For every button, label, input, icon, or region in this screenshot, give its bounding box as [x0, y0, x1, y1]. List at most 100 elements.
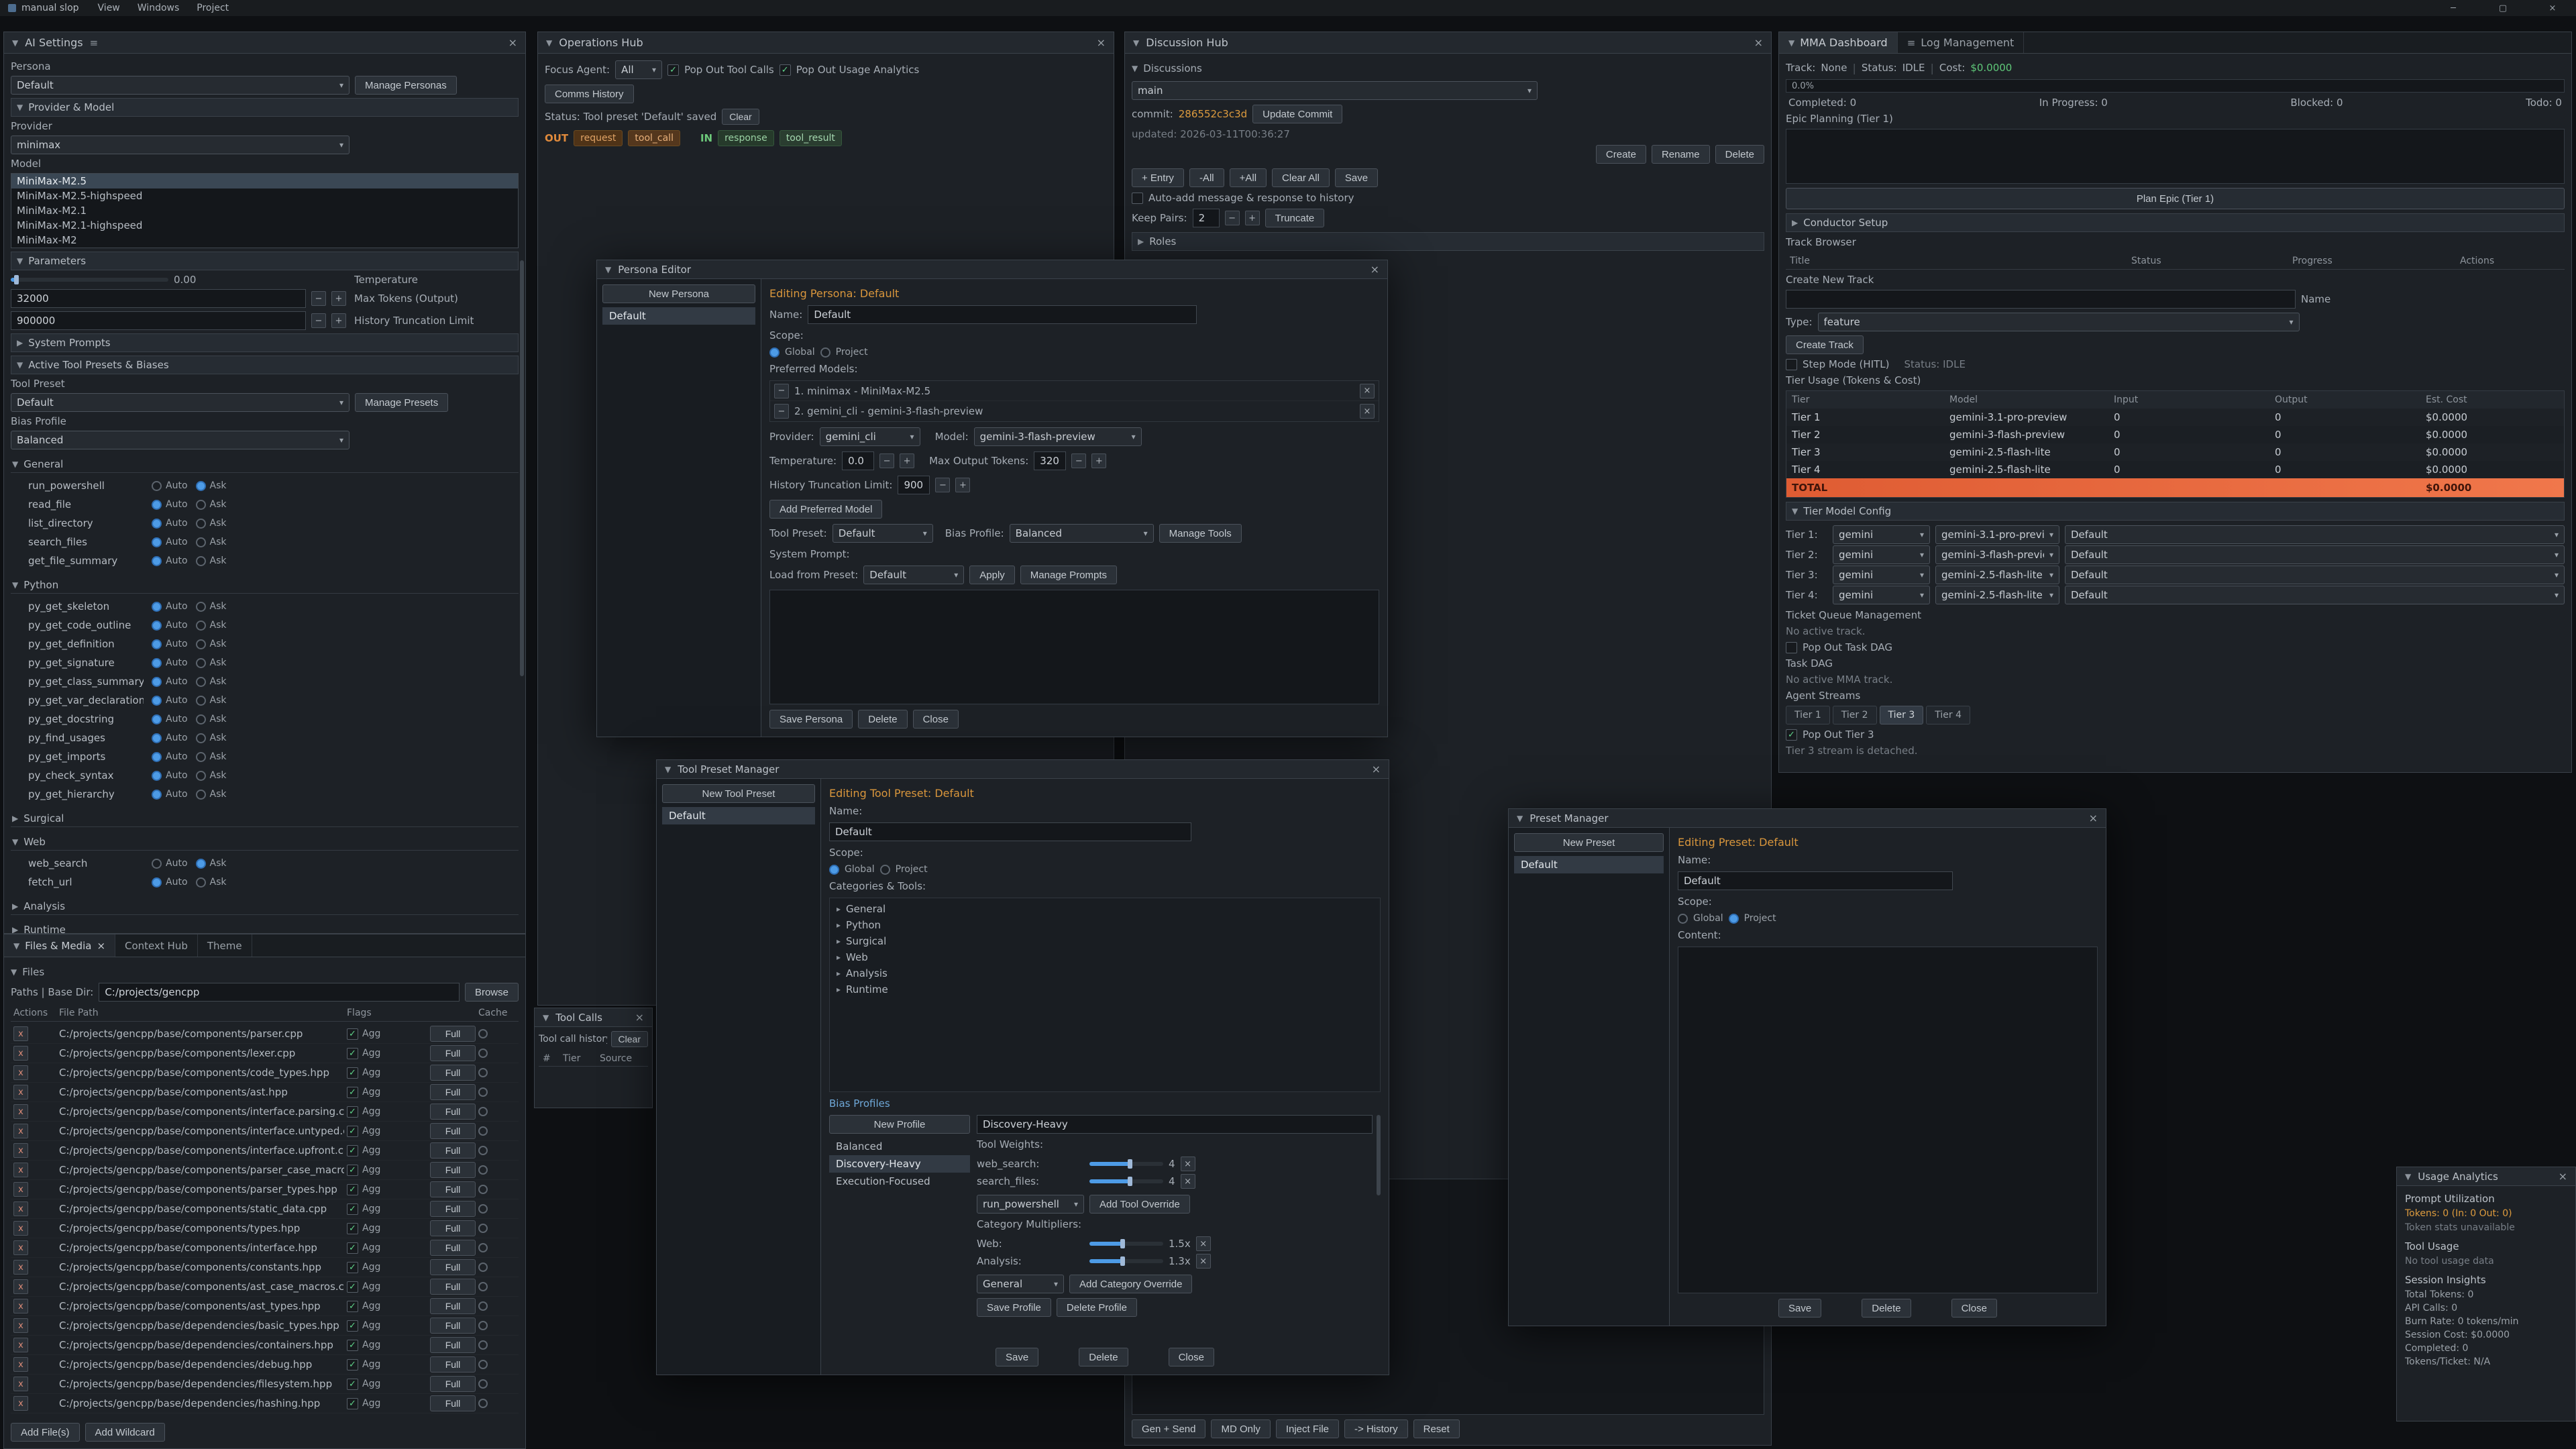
model-option[interactable]: MiniMax-M2 [11, 233, 518, 248]
manage-personas-button[interactable]: Manage Personas [355, 76, 457, 95]
full-button[interactable]: Full [430, 1279, 476, 1295]
multiplier-slider[interactable] [1089, 1259, 1163, 1263]
agg-checkbox[interactable]: ✓ [347, 1398, 358, 1409]
discussion-action-button[interactable]: Inject File [1276, 1419, 1339, 1438]
close-tab-icon[interactable]: × [97, 940, 105, 952]
manage-discussion-button[interactable]: Create [1596, 145, 1646, 164]
new-profile-button[interactable]: New Profile [829, 1115, 970, 1134]
collapse-caret-icon[interactable]: ▼ [1133, 38, 1139, 48]
agg-checkbox[interactable]: ✓ [347, 1340, 358, 1351]
cache-radio[interactable] [478, 1263, 488, 1272]
weight-slider[interactable] [1089, 1162, 1163, 1166]
discussion-action-button[interactable]: MD Only [1211, 1419, 1270, 1438]
tier-prompt-select[interactable]: Default▾ [2065, 586, 2565, 604]
clear-status-button[interactable]: Clear [722, 109, 759, 125]
profile-name-input[interactable] [977, 1115, 1373, 1134]
ask-radio[interactable] [196, 639, 206, 649]
delete-persona-button[interactable]: Delete [858, 710, 907, 729]
close-button[interactable]: Close [913, 710, 959, 729]
tier-model-select[interactable]: gemini-3-flash-preview▾ [1935, 545, 2059, 564]
remove-file-button[interactable]: x [13, 1221, 28, 1236]
full-button[interactable]: Full [430, 1376, 476, 1392]
tool-preset-select[interactable]: Default▾ [11, 393, 350, 412]
auto-radio[interactable] [152, 519, 162, 529]
cache-radio[interactable] [478, 1126, 488, 1136]
close-icon[interactable]: × [1372, 763, 1381, 775]
model-option[interactable]: MiniMax-M2.5 [11, 174, 518, 189]
delete-model-icon[interactable]: × [1360, 384, 1375, 398]
delete-button[interactable]: Delete [1079, 1348, 1128, 1366]
auto-radio[interactable] [152, 771, 162, 781]
menu-item[interactable]: Windows [138, 3, 180, 13]
remove-file-button[interactable]: x [13, 1260, 28, 1275]
full-button[interactable]: Full [430, 1201, 476, 1217]
temperature-input[interactable] [842, 451, 874, 470]
model-select[interactable]: gemini-3-flash-preview▾ [974, 427, 1142, 446]
manage-presets-button[interactable]: Manage Presets [355, 393, 448, 412]
agg-checkbox[interactable]: ✓ [347, 1106, 358, 1118]
collapse-caret-icon[interactable]: ▼ [1517, 814, 1523, 823]
agg-checkbox[interactable]: ✓ [347, 1067, 358, 1079]
system-prompt-textarea[interactable] [769, 590, 1379, 704]
ask-radio[interactable] [196, 877, 206, 888]
collapse-caret-icon[interactable]: ▼ [12, 38, 18, 48]
tool-preset-select[interactable]: Default▾ [833, 524, 933, 543]
close-button[interactable]: Close [1951, 1299, 1997, 1318]
history-limit-input[interactable] [11, 311, 306, 330]
full-button[interactable]: Full [430, 1026, 476, 1042]
global-radio[interactable] [769, 347, 780, 358]
auto-radio[interactable] [152, 752, 162, 762]
browse-button[interactable]: Browse [465, 983, 519, 1002]
provider-select[interactable]: gemini_cli▾ [820, 427, 920, 446]
stream-tab[interactable]: Tier 4 [1926, 706, 1970, 724]
section-caret-icon[interactable]: ▼ [17, 256, 23, 266]
cache-radio[interactable] [478, 1224, 488, 1233]
entry-action-button[interactable]: Clear All [1272, 168, 1330, 187]
auto-radio[interactable] [152, 556, 162, 566]
ask-radio[interactable] [196, 537, 206, 547]
remove-file-button[interactable]: x [13, 1396, 28, 1411]
auto-radio[interactable] [152, 621, 162, 631]
weight-slider[interactable] [1089, 1179, 1163, 1183]
track-name-input[interactable] [1786, 290, 2296, 309]
agg-checkbox[interactable]: ✓ [347, 1262, 358, 1273]
full-button[interactable]: Full [430, 1220, 476, 1236]
full-button[interactable]: Full [430, 1162, 476, 1178]
full-button[interactable]: Full [430, 1104, 476, 1120]
entry-action-button[interactable]: +All [1230, 168, 1267, 187]
close-icon[interactable]: × [635, 1011, 644, 1024]
auto-radio[interactable] [152, 859, 162, 869]
group-caret-icon[interactable]: ▼ [12, 460, 18, 469]
files-caret-icon[interactable]: ▼ [11, 967, 17, 977]
max-output-input[interactable] [1034, 451, 1066, 470]
group-caret-icon[interactable]: ▶ [12, 925, 18, 934]
menu-item[interactable]: Project [197, 3, 229, 13]
stream-tab[interactable]: Tier 3 [1880, 706, 1924, 724]
tab-mma-dashboard[interactable]: ▼ MMA Dashboard [1779, 32, 1898, 53]
cache-radio[interactable] [478, 1399, 488, 1408]
close-button[interactable]: Close [1169, 1348, 1214, 1366]
decrement-button[interactable]: − [879, 453, 894, 468]
section-caret-icon[interactable]: ▼ [17, 103, 23, 112]
agg-checkbox[interactable]: ✓ [347, 1242, 358, 1254]
cache-radio[interactable] [478, 1087, 488, 1097]
collapse-caret-icon[interactable]: ▼ [2405, 1172, 2411, 1181]
tool-preset-list-item[interactable]: Default [662, 807, 815, 824]
close-icon[interactable]: × [508, 36, 517, 49]
global-radio[interactable] [829, 865, 839, 875]
clear-tool-calls-button[interactable]: Clear [611, 1031, 648, 1047]
auto-radio[interactable] [152, 714, 162, 724]
load-preset-select[interactable]: Default▾ [863, 566, 964, 584]
tab-context-hub[interactable]: Context Hub [115, 934, 198, 957]
conductor-caret-icon[interactable]: ▶ [1792, 218, 1798, 227]
project-radio[interactable] [820, 347, 830, 358]
cache-radio[interactable] [478, 1068, 488, 1077]
ask-radio[interactable] [196, 556, 206, 566]
close-icon[interactable]: × [1754, 36, 1763, 49]
close-icon[interactable]: × [2089, 812, 2098, 824]
ask-radio[interactable] [196, 519, 206, 529]
remove-file-button[interactable]: x [13, 1085, 28, 1099]
collapse-caret-icon[interactable]: ▼ [665, 765, 671, 774]
entry-action-button[interactable]: -All [1189, 168, 1224, 187]
full-button[interactable]: Full [430, 1356, 476, 1373]
